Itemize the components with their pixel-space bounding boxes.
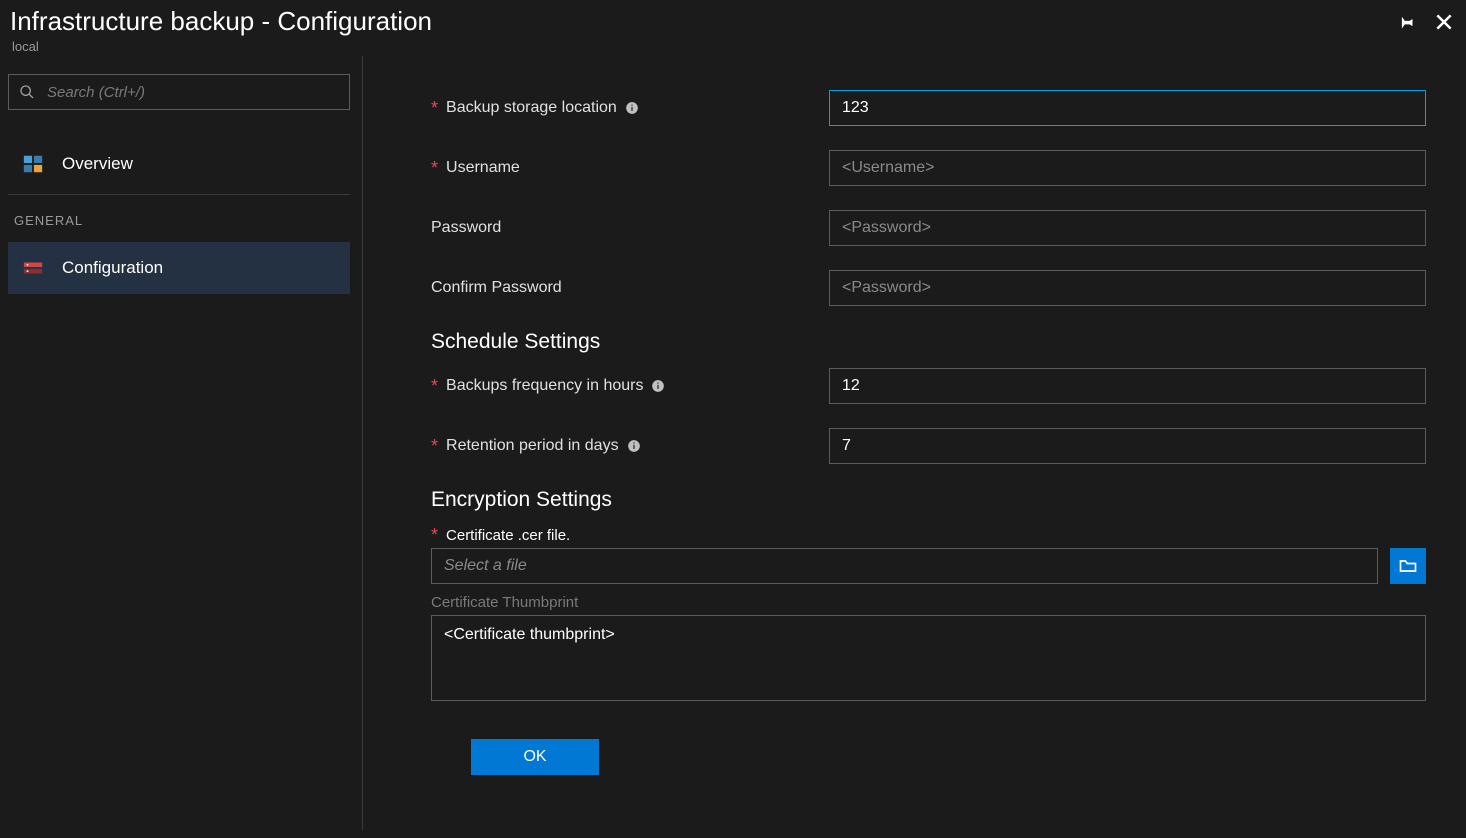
label-confirm-password: Confirm Password: [431, 279, 829, 297]
thumbprint-placeholder: <Certificate thumbprint>: [444, 626, 615, 643]
folder-icon: [1398, 556, 1418, 576]
backup-location-input[interactable]: [829, 90, 1426, 126]
configuration-icon: [22, 257, 44, 279]
info-icon[interactable]: [651, 379, 665, 393]
retention-input[interactable]: [829, 428, 1426, 464]
page-subtitle: local: [12, 39, 432, 54]
encryption-settings-heading: Encryption Settings: [431, 488, 1426, 512]
info-icon[interactable]: [625, 101, 639, 115]
username-input[interactable]: [829, 150, 1426, 186]
frequency-input[interactable]: [829, 368, 1426, 404]
sidebar-item-overview[interactable]: Overview: [8, 138, 350, 190]
label-thumbprint: Certificate Thumbprint: [431, 594, 1426, 611]
password-input[interactable]: [829, 210, 1426, 246]
sidebar: Search (Ctrl+/) Overview GENERAL Configu…: [0, 56, 363, 830]
label-retention: * Retention period in days: [431, 437, 829, 455]
cert-file-input[interactable]: [431, 548, 1378, 584]
search-placeholder: Search (Ctrl+/): [47, 84, 145, 101]
label-frequency: * Backups frequency in hours: [431, 377, 829, 395]
ok-button[interactable]: OK: [471, 739, 599, 775]
browse-file-button[interactable]: [1390, 548, 1426, 584]
title-bar: Infrastructure backup - Configuration lo…: [0, 0, 1466, 56]
sidebar-item-configuration[interactable]: Configuration: [8, 242, 350, 294]
label-password: Password: [431, 219, 829, 237]
sidebar-item-label: Configuration: [62, 258, 163, 278]
overview-icon: [22, 153, 44, 175]
pin-icon[interactable]: [1396, 12, 1416, 36]
thumbprint-box: <Certificate thumbprint>: [431, 615, 1426, 701]
close-icon[interactable]: [1434, 12, 1454, 36]
confirm-password-input[interactable]: [829, 270, 1426, 306]
sidebar-section-general: GENERAL: [8, 213, 362, 242]
page-title: Infrastructure backup - Configuration: [10, 6, 432, 37]
label-backup-location: * Backup storage location: [431, 99, 829, 117]
search-icon: [19, 84, 35, 100]
content-pane: * Backup storage location * Username Pas…: [363, 56, 1466, 830]
label-cert-file: * Certificate .cer file.: [431, 526, 1426, 544]
divider: [8, 194, 350, 195]
info-icon[interactable]: [627, 439, 641, 453]
sidebar-item-label: Overview: [62, 154, 133, 174]
schedule-settings-heading: Schedule Settings: [431, 330, 1426, 354]
label-username: * Username: [431, 159, 829, 177]
search-input[interactable]: Search (Ctrl+/): [8, 74, 350, 110]
